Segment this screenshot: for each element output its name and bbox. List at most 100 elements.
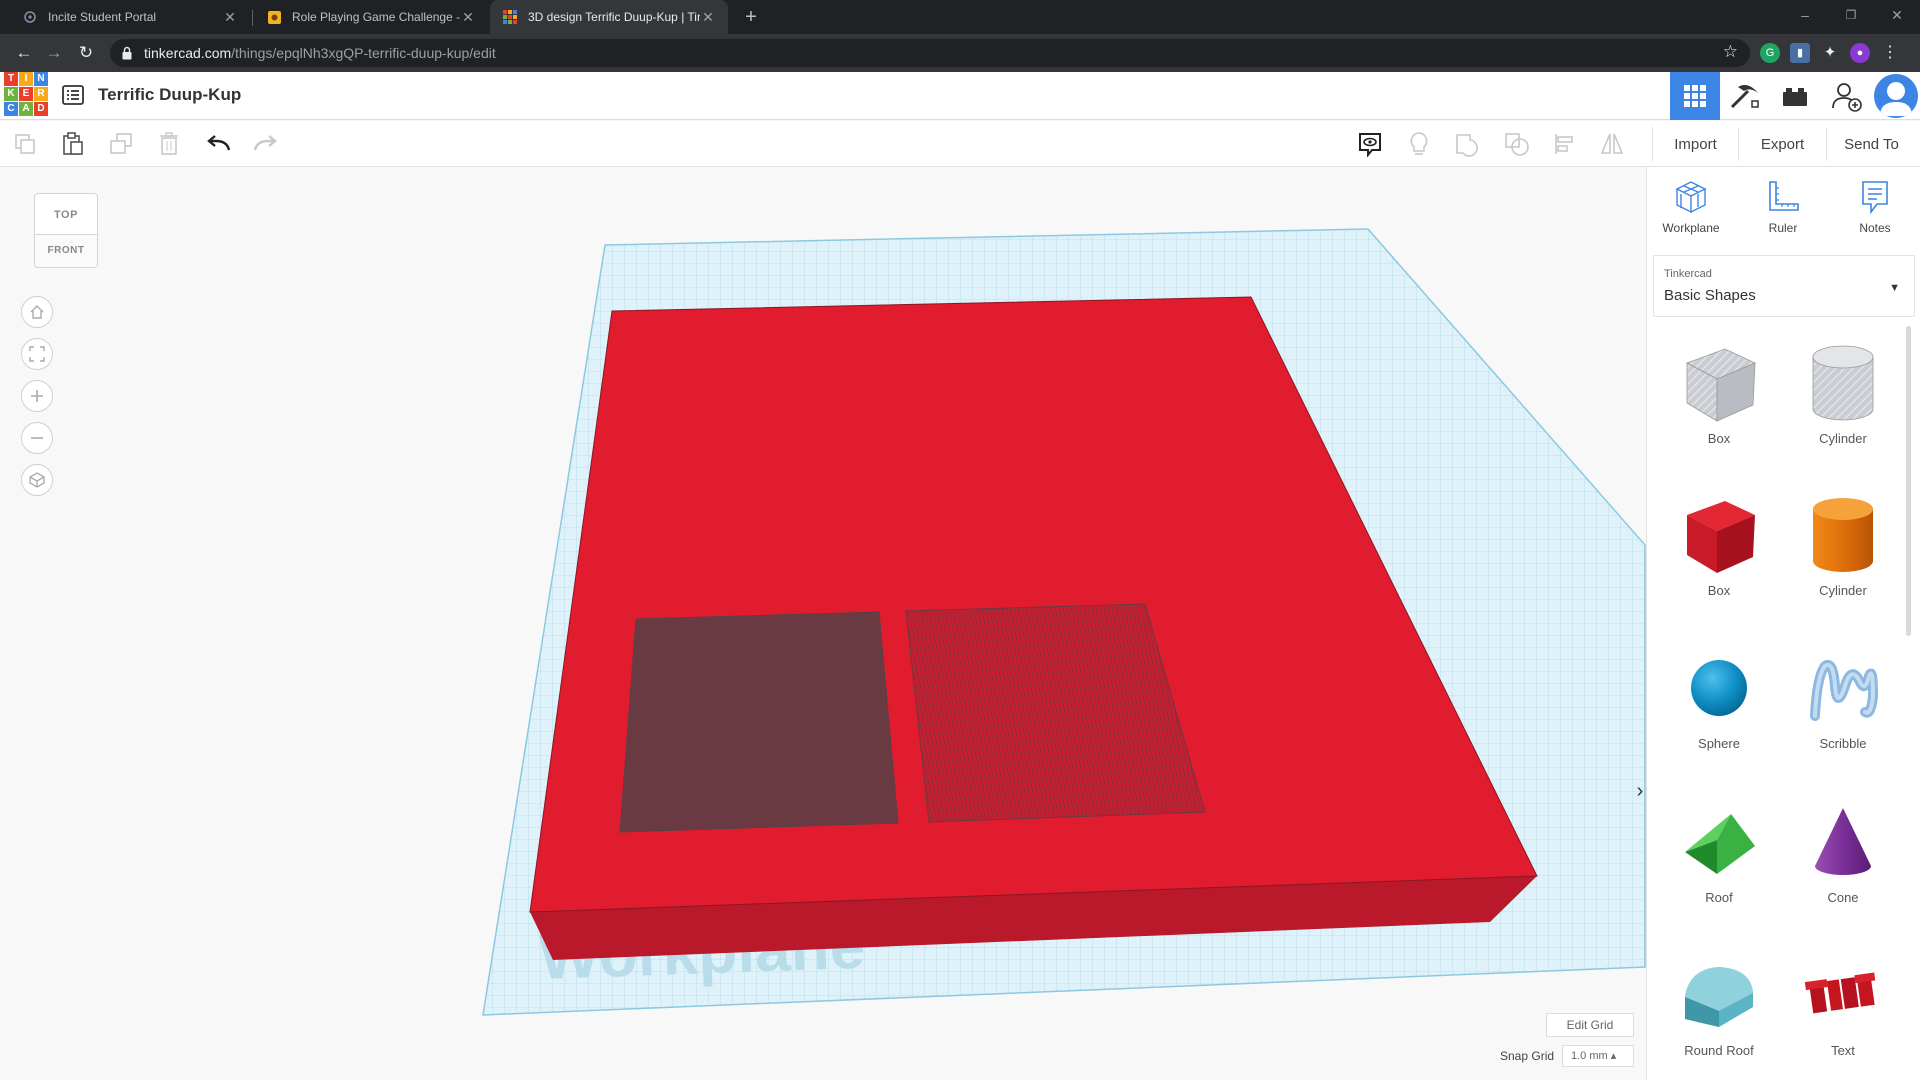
hole-object-left[interactable]: [619, 611, 899, 833]
paste-button[interactable]: [60, 131, 86, 157]
group-button[interactable]: [1454, 131, 1480, 157]
tinkercad-logo[interactable]: T I N K E R C A D: [4, 72, 48, 116]
shape-cone[interactable]: Cone: [1783, 784, 1903, 934]
logo-letter: K: [4, 87, 18, 101]
ruler-icon: [1769, 181, 1799, 211]
ruler-tool-button[interactable]: Ruler: [1743, 179, 1823, 243]
browser-tab-rpg[interactable]: Role Playing Game Challenge - In ✕: [254, 0, 488, 34]
snap-grid-select[interactable]: 1.0 mm ▴: [1562, 1045, 1634, 1067]
close-tab-icon[interactable]: ✕: [460, 9, 476, 26]
blocks-view-button[interactable]: [1720, 72, 1770, 120]
url-path: /things/epqlNh3xgQP-terrific-duup-kup/ed…: [231, 45, 496, 61]
back-arrow-icon[interactable]: ←: [12, 41, 36, 65]
workplane-tool-button[interactable]: Workplane: [1651, 179, 1731, 243]
shape-box-hole[interactable]: Box: [1659, 325, 1779, 475]
fit-view-button[interactable]: [21, 338, 53, 370]
zoom-in-button[interactable]: [21, 380, 53, 412]
3d-view-button[interactable]: [1670, 72, 1720, 120]
paste-icon: [63, 132, 83, 155]
grammarly-extension-icon[interactable]: G: [1760, 43, 1780, 63]
view-cube-top[interactable]: TOP: [34, 193, 98, 235]
box-solid-icon: [1687, 501, 1755, 573]
delete-button[interactable]: [156, 131, 182, 157]
reload-icon[interactable]: ↻: [74, 41, 98, 65]
export-button[interactable]: Export: [1738, 127, 1826, 161]
shape-label: Sphere: [1698, 736, 1740, 751]
logo-letter: D: [34, 102, 48, 116]
light-button[interactable]: [1406, 131, 1432, 157]
undo-button[interactable]: [206, 131, 232, 157]
home-view-button[interactable]: [21, 296, 53, 328]
trash-icon: [160, 132, 178, 155]
shape-cylinder-hole[interactable]: Cylinder: [1783, 325, 1903, 475]
view-cube-front[interactable]: FRONT: [34, 234, 98, 268]
shape-sphere[interactable]: Sphere: [1659, 630, 1779, 780]
redo-button[interactable]: [252, 131, 278, 157]
bricks-view-button[interactable]: [1770, 72, 1820, 120]
new-tab-button[interactable]: +: [740, 6, 762, 28]
shape-library-select[interactable]: Tinkercad Basic Shapes ▼: [1653, 255, 1915, 317]
puzzle-extensions-icon[interactable]: ✦: [1820, 43, 1840, 63]
browser-menu-icon[interactable]: ⋮: [1880, 43, 1900, 63]
mirror-button[interactable]: [1599, 131, 1625, 157]
user-avatar-icon: [1880, 82, 1912, 116]
sphere-icon: [1691, 660, 1747, 716]
duplicate-button[interactable]: [108, 131, 134, 157]
pickaxe-icon: [1730, 85, 1759, 109]
shapes-scrollbar[interactable]: [1906, 326, 1911, 636]
zoom-out-icon: [31, 437, 43, 439]
tinkercad-favicon-icon: [502, 9, 518, 25]
send-to-button[interactable]: Send To: [1826, 127, 1916, 161]
ungroup-button[interactable]: [1504, 131, 1530, 157]
shape-label: Cone: [1827, 890, 1859, 905]
mirror-icon: [1600, 133, 1624, 154]
shape-grid: Box Cylinder Box Cylinder Sphere Scribbl…: [1647, 325, 1909, 1080]
forward-arrow-icon[interactable]: →: [42, 41, 66, 65]
notes-tool-button[interactable]: Notes: [1835, 179, 1915, 243]
edit-grid-button[interactable]: Edit Grid: [1546, 1013, 1634, 1037]
undo-icon: [207, 135, 231, 151]
notes-toggle-button[interactable]: [1357, 131, 1383, 157]
extension-icon[interactable]: ▮: [1790, 43, 1810, 63]
panel-collapse-chevron-icon[interactable]: ›: [1634, 767, 1646, 815]
close-tab-icon[interactable]: ✕: [700, 9, 716, 26]
edit-toolbar: Import Export Send To: [0, 121, 1920, 167]
close-window-button[interactable]: ✕: [1874, 0, 1920, 30]
3d-workspace[interactable]: Workplane TOP FRONT: [0, 167, 1646, 1080]
minimize-window-button[interactable]: –: [1782, 0, 1828, 30]
library-source: Tinkercad: [1664, 268, 1712, 280]
shape-roof[interactable]: Roof: [1659, 784, 1779, 934]
workplane-icon: [1675, 181, 1707, 214]
address-bar[interactable]: tinkercad.com/things/epqlNh3xgQP-terrifi…: [110, 39, 1750, 67]
import-button[interactable]: Import: [1652, 127, 1738, 161]
round-roof-icon: [1685, 967, 1753, 1027]
logo-letter: R: [34, 87, 48, 101]
shape-cylinder-solid[interactable]: Cylinder: [1783, 477, 1903, 627]
invite-user-button[interactable]: [1822, 72, 1872, 120]
browser-tab-incite[interactable]: Incite Student Portal ✕: [10, 0, 250, 34]
profile-extension-icon[interactable]: ●: [1850, 43, 1870, 63]
close-tab-icon[interactable]: ✕: [222, 9, 238, 26]
roof-icon: [1685, 814, 1755, 874]
shape-scribble[interactable]: Scribble: [1783, 630, 1903, 780]
maximize-window-button[interactable]: ❐: [1828, 0, 1874, 30]
notes-tool-label: Notes: [1859, 221, 1891, 235]
design-list-icon[interactable]: [62, 84, 84, 106]
align-button[interactable]: [1552, 131, 1578, 157]
shape-text[interactable]: Text: [1783, 937, 1903, 1080]
bookmark-star-icon[interactable]: ☆: [1723, 42, 1738, 62]
workplane-scene[interactable]: Workplane: [0, 167, 1646, 1080]
design-name[interactable]: Terrific Duup-Kup: [98, 85, 241, 105]
logo-letter: I: [19, 72, 33, 86]
snap-grid-label: Snap Grid: [1500, 1049, 1555, 1063]
zoom-out-button[interactable]: [21, 422, 53, 454]
scribble-icon: [1810, 660, 1878, 721]
view-cube[interactable]: TOP FRONT: [34, 193, 100, 273]
browser-tab-tinkercad[interactable]: 3D design Terrific Duup-Kup | Tin ✕: [490, 0, 728, 34]
perspective-button[interactable]: [21, 464, 53, 496]
shape-box-solid[interactable]: Box: [1659, 477, 1779, 627]
browser-toolbar: ← → ↻ tinkercad.com/things/epqlNh3xgQP-t…: [0, 34, 1920, 72]
shape-round-roof[interactable]: Round Roof: [1659, 937, 1779, 1080]
user-avatar[interactable]: [1874, 74, 1918, 118]
copy-button[interactable]: [12, 131, 38, 157]
